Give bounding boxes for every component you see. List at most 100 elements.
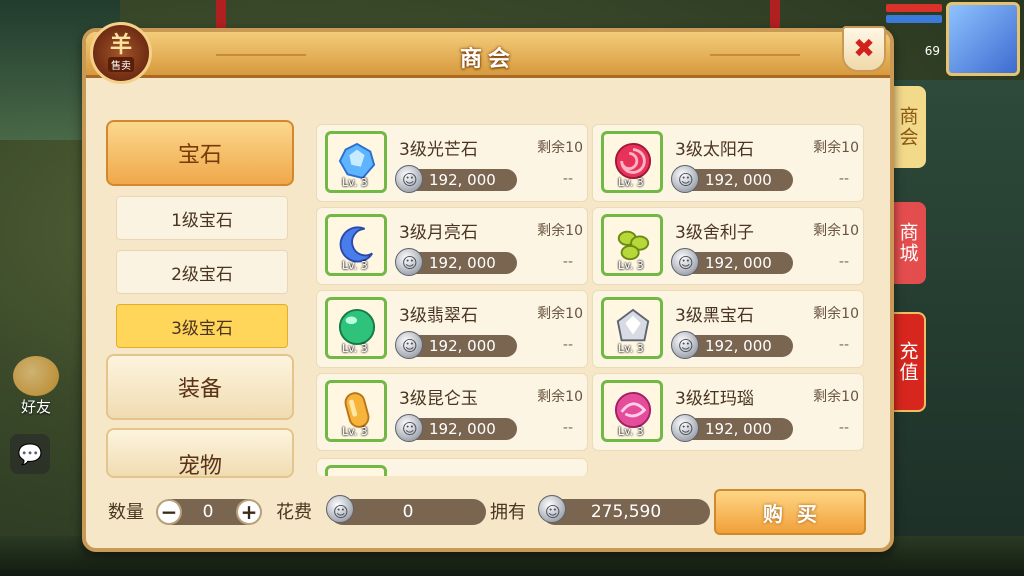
item-card[interactable]: Lv. 3 3级光芒石 剩余10 192, 000 -- — [316, 124, 588, 202]
item-owned-count: -- — [562, 171, 573, 187]
hud-status-bars — [886, 4, 942, 34]
tab-label: 充值 — [896, 341, 919, 383]
cost-label: 花费 — [276, 502, 312, 523]
item-price-value: 192, 000 — [429, 420, 496, 438]
subcategory-level2-gems[interactable]: 2级宝石 — [116, 250, 288, 294]
item-icon: Lv. 3 — [325, 131, 387, 193]
friends-label: 好友 — [20, 398, 51, 416]
hanging-rope — [216, 0, 226, 30]
item-icon: Lv. 3 — [601, 131, 663, 193]
silver-coin-icon — [395, 165, 423, 193]
item-remaining: 剩余10 — [537, 389, 583, 405]
subcategory-label: 1级宝石 — [171, 210, 233, 231]
item-card-partial[interactable] — [316, 458, 588, 476]
player-level: 69 — [924, 44, 940, 58]
item-owned-count: -- — [838, 420, 849, 436]
shop-emblem-icon: 羊 售卖 — [90, 22, 152, 84]
orange-jade-gem-icon — [338, 391, 376, 429]
item-card[interactable]: Lv. 3 3级舍利子 剩余10 192, 000 -- — [592, 207, 864, 285]
item-name: 3级舍利子 — [675, 223, 754, 243]
silver-coin-icon — [395, 331, 423, 359]
minus-icon: − — [160, 500, 178, 524]
item-price-value: 192, 000 — [429, 171, 496, 189]
chat-bubble-icon: 💬 — [17, 442, 43, 466]
item-card[interactable]: Lv. 3 3级翡翠石 剩余10 192, 000 -- — [316, 290, 588, 368]
item-card[interactable]: Lv. 3 3级月亮石 剩余10 192, 000 -- — [316, 207, 588, 285]
item-name: 3级红玛瑙 — [675, 389, 754, 409]
item-owned-count: -- — [838, 171, 849, 187]
friends-button[interactable]: 好友 — [8, 356, 64, 416]
category-label: 装备 — [177, 377, 222, 402]
item-icon: Lv. 3 — [325, 214, 387, 276]
tab-recharge[interactable]: 充值 — [890, 312, 926, 412]
tab-label: 商会 — [896, 106, 919, 148]
cost-value: 0 — [326, 495, 486, 525]
silver-diamond-gem-icon — [614, 308, 652, 346]
category-gems[interactable]: 宝石 — [106, 120, 294, 186]
tab-shanghui[interactable]: 商会 — [890, 86, 926, 168]
item-owned-count: -- — [838, 254, 849, 270]
chat-button[interactable]: 💬 — [10, 434, 50, 474]
item-name: 3级翡翠石 — [399, 306, 478, 326]
owned-amount: 275,590 — [590, 502, 662, 522]
blue-moon-gem-icon — [338, 225, 376, 263]
tab-shangcheng[interactable]: 商城 — [890, 202, 926, 284]
item-name: 3级月亮石 — [399, 223, 478, 243]
item-icon: Lv. 3 — [601, 297, 663, 359]
item-card[interactable]: Lv. 3 3级黑宝石 剩余10 192, 000 -- — [592, 290, 864, 368]
category-equipment[interactable]: 装备 — [106, 354, 294, 420]
item-price: 192, 000 — [395, 248, 517, 276]
item-price: 192, 000 — [671, 331, 793, 359]
item-icon: Lv. 3 — [601, 214, 663, 276]
pink-swirl-gem-icon — [614, 391, 652, 429]
red-swirl-gem-icon — [614, 142, 652, 180]
buy-label: 购买 — [763, 501, 831, 526]
subcategory-label: 2级宝石 — [171, 264, 233, 285]
silver-coin-icon — [671, 165, 699, 193]
item-level: Lv. 3 — [342, 259, 368, 272]
plus-button[interactable]: + — [236, 499, 262, 525]
item-owned-count: -- — [562, 420, 573, 436]
item-owned-count: -- — [562, 254, 573, 270]
item-card[interactable]: Lv. 3 3级红玛瑙 剩余10 192, 000 -- — [592, 373, 864, 451]
item-price-value: 192, 000 — [429, 254, 496, 272]
minus-button[interactable]: − — [156, 499, 182, 525]
silver-coin-icon — [395, 414, 423, 442]
item-price-value: 192, 000 — [705, 420, 772, 438]
item-price: 192, 000 — [395, 414, 517, 442]
player-avatar[interactable] — [946, 2, 1020, 76]
item-card[interactable]: Lv. 3 3级太阳石 剩余10 192, 000 -- — [592, 124, 864, 202]
item-level: Lv. 3 — [342, 176, 368, 189]
subcategory-level1-gems[interactable]: 1级宝石 — [116, 196, 288, 240]
cost-amount: 0 — [402, 502, 414, 522]
quantity-label: 数量 — [108, 502, 144, 523]
item-remaining: 剩余10 — [813, 389, 859, 405]
item-name: 3级昆仑玉 — [399, 389, 478, 409]
owned-label: 拥有 — [490, 502, 526, 523]
hanging-rope — [770, 0, 780, 30]
item-card[interactable]: Lv. 3 3级昆仑玉 剩余10 192, 000 -- — [316, 373, 588, 451]
item-price: 192, 000 — [671, 165, 793, 193]
buy-button[interactable]: 购买 — [714, 489, 866, 535]
item-price-value: 192, 000 — [705, 337, 772, 355]
category-pets[interactable]: 宠物 — [106, 428, 294, 478]
item-price: 192, 000 — [671, 414, 793, 442]
item-price: 192, 000 — [395, 331, 517, 359]
emblem-glyph: 羊 — [109, 32, 132, 58]
item-price-value: 192, 000 — [705, 254, 772, 272]
silver-coin-icon — [671, 331, 699, 359]
silver-coin-icon — [671, 248, 699, 276]
close-button[interactable]: ✖ — [842, 26, 886, 72]
item-price-value: 192, 000 — [705, 171, 772, 189]
item-icon: Lv. 3 — [325, 380, 387, 442]
item-level: Lv. 3 — [342, 425, 368, 438]
close-icon: ✖ — [853, 34, 875, 64]
item-price: 192, 000 — [671, 248, 793, 276]
item-name: 3级太阳石 — [675, 140, 754, 160]
purchase-bar: 数量 0 − + 花费 0 拥有 275,590 购买 — [86, 486, 890, 548]
item-remaining: 剩余10 — [813, 306, 859, 322]
plus-icon: + — [240, 500, 258, 524]
subcategory-label: 3级宝石 — [171, 318, 233, 339]
item-name: 3级黑宝石 — [675, 306, 754, 326]
subcategory-level3-gems[interactable]: 3级宝石 — [116, 304, 288, 348]
